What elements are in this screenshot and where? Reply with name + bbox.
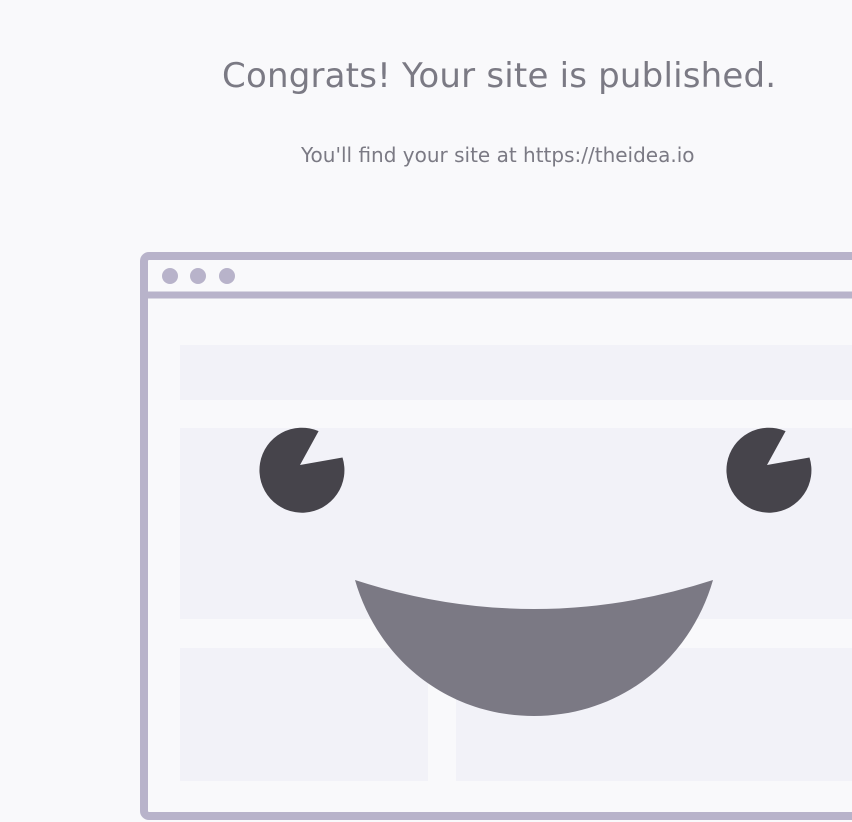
smiling-browser-illustration: [140, 252, 852, 820]
window-dot-icon: [162, 268, 178, 284]
window-dot-icon: [219, 268, 235, 284]
placeholder-card-left: [180, 648, 428, 781]
window-dot-icon: [190, 268, 206, 284]
placeholder-header-block: [180, 345, 852, 400]
